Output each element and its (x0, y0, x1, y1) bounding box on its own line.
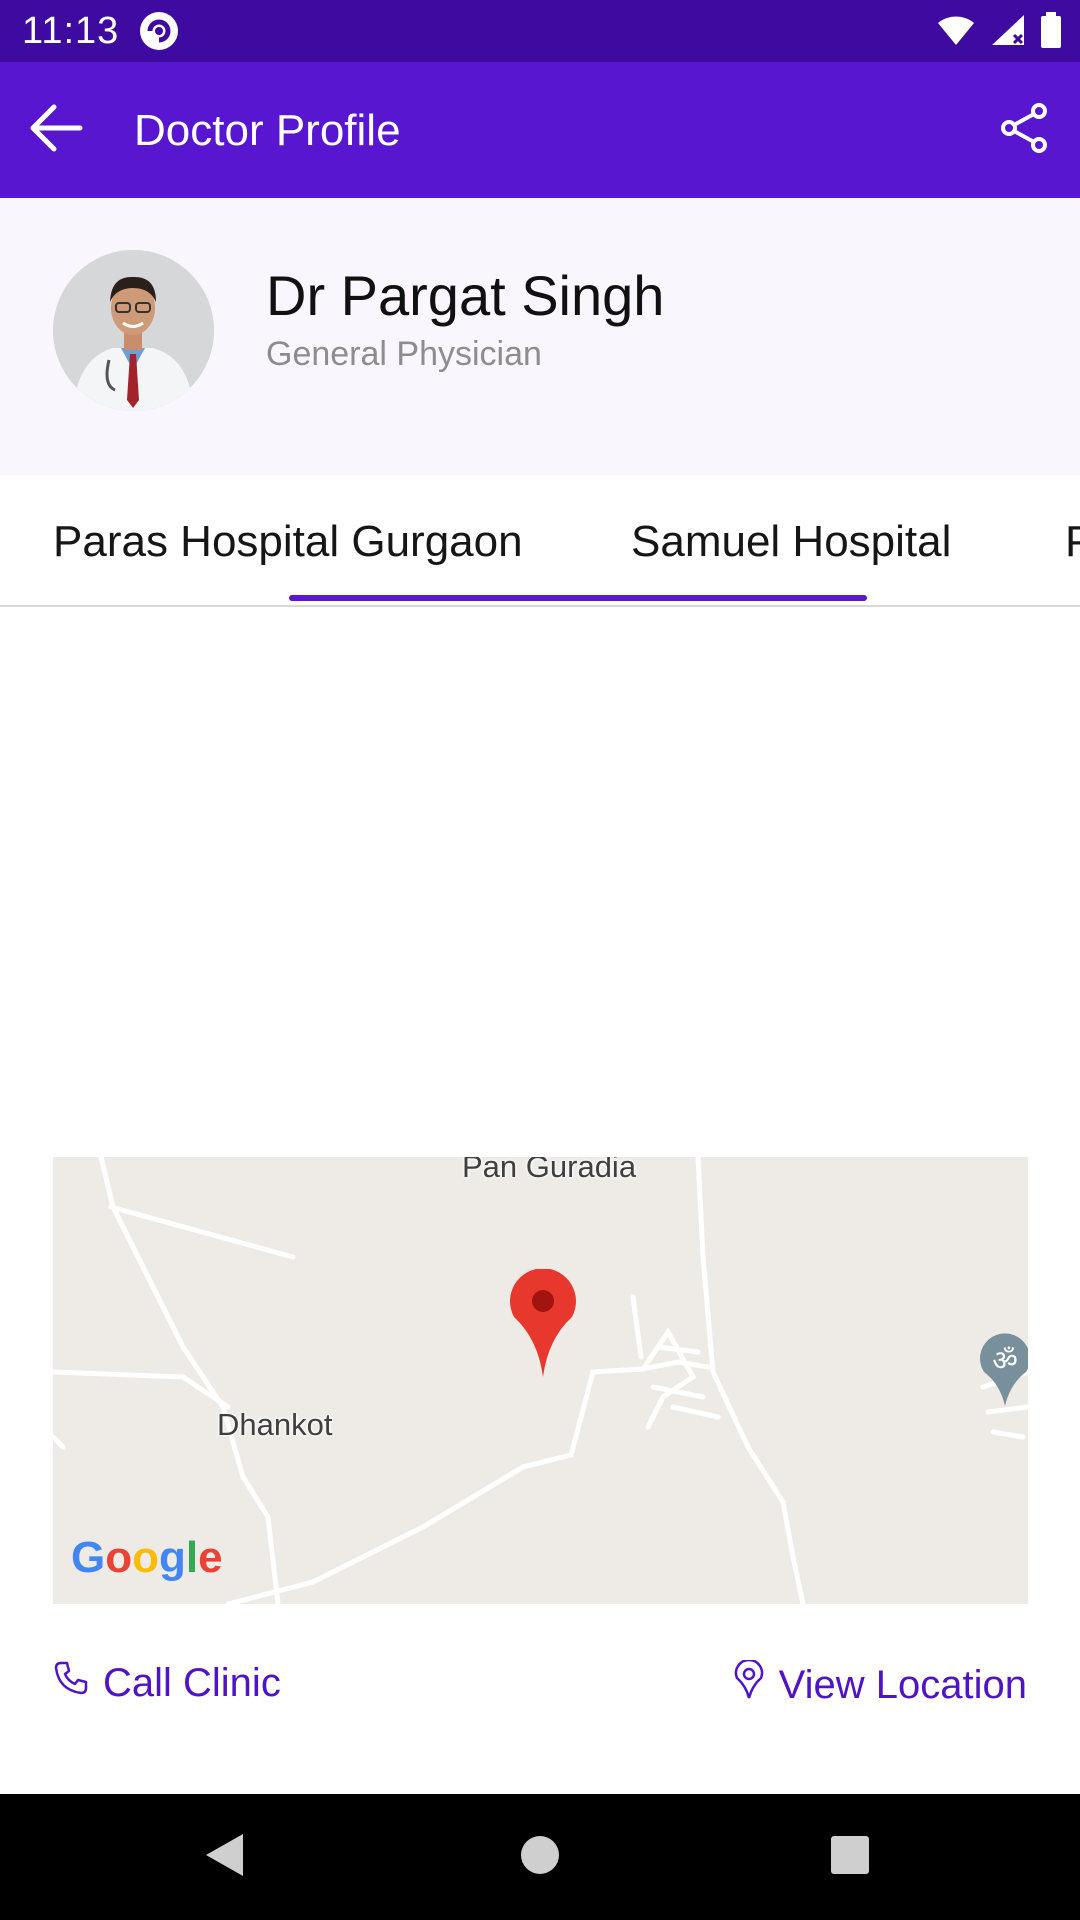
battery-icon (1040, 11, 1062, 53)
map-pin-icon[interactable] (508, 1268, 578, 1384)
signal-icon (990, 13, 1026, 52)
hospital-tabs: Paras Hospital Gurgaon Samuel Hospital P (0, 475, 1080, 607)
map-label-pan-guradia: Pan Guradia (462, 1157, 637, 1184)
app-notification-icon (138, 10, 180, 52)
back-button[interactable] (18, 92, 94, 168)
share-button[interactable] (986, 92, 1062, 168)
svg-text:ॐ: ॐ (992, 1344, 1018, 1377)
nav-recents-button[interactable] (817, 1824, 883, 1890)
view-location-button[interactable]: View Location (733, 1658, 1027, 1710)
view-location-label: View Location (778, 1663, 1027, 1707)
map-label-dhankot: Dhankot (217, 1407, 333, 1442)
call-clinic-label: Call Clinic (103, 1661, 281, 1705)
system-nav-bar (0, 1794, 1080, 1920)
doctor-specialty: General Physician (266, 335, 542, 373)
doctor-profile-card: Dr Pargat Singh General Physician (0, 198, 1080, 475)
status-bar: 11:13 (0, 0, 1080, 62)
tab-samuel-hospital[interactable]: Samuel Hospital (631, 517, 951, 567)
call-clinic-button[interactable]: Call Clinic (53, 1660, 281, 1706)
home-circle-icon (520, 1835, 560, 1880)
tab-paras-hospital-gurgaon[interactable]: Paras Hospital Gurgaon (53, 517, 523, 567)
tab-next-hospital[interactable]: P (1065, 517, 1080, 567)
status-icons (936, 11, 1062, 53)
avatar (53, 250, 214, 411)
location-pin-icon (733, 1658, 779, 1710)
status-time: 11:13 (22, 10, 120, 52)
recents-square-icon (830, 1835, 870, 1880)
clinic-map[interactable]: Pan Guradia Dhankot ॐ Google (53, 1157, 1028, 1604)
clinic-actions: Call Clinic View Location (0, 1650, 1080, 1722)
temple-om-icon[interactable]: ॐ (978, 1332, 1028, 1413)
wifi-icon (936, 13, 976, 52)
back-triangle-icon (203, 1832, 247, 1883)
google-logo: Google (71, 1533, 223, 1582)
nav-back-button[interactable] (192, 1824, 258, 1890)
nav-home-button[interactable] (507, 1824, 573, 1890)
doctor-name: Dr Pargat Singh (266, 264, 665, 327)
page-title: Doctor Profile (134, 106, 401, 155)
app-bar: Doctor Profile (0, 62, 1080, 198)
tab-indicator (289, 595, 867, 601)
back-arrow-icon (28, 103, 84, 158)
phone-icon (53, 1660, 103, 1706)
share-icon (999, 102, 1049, 158)
